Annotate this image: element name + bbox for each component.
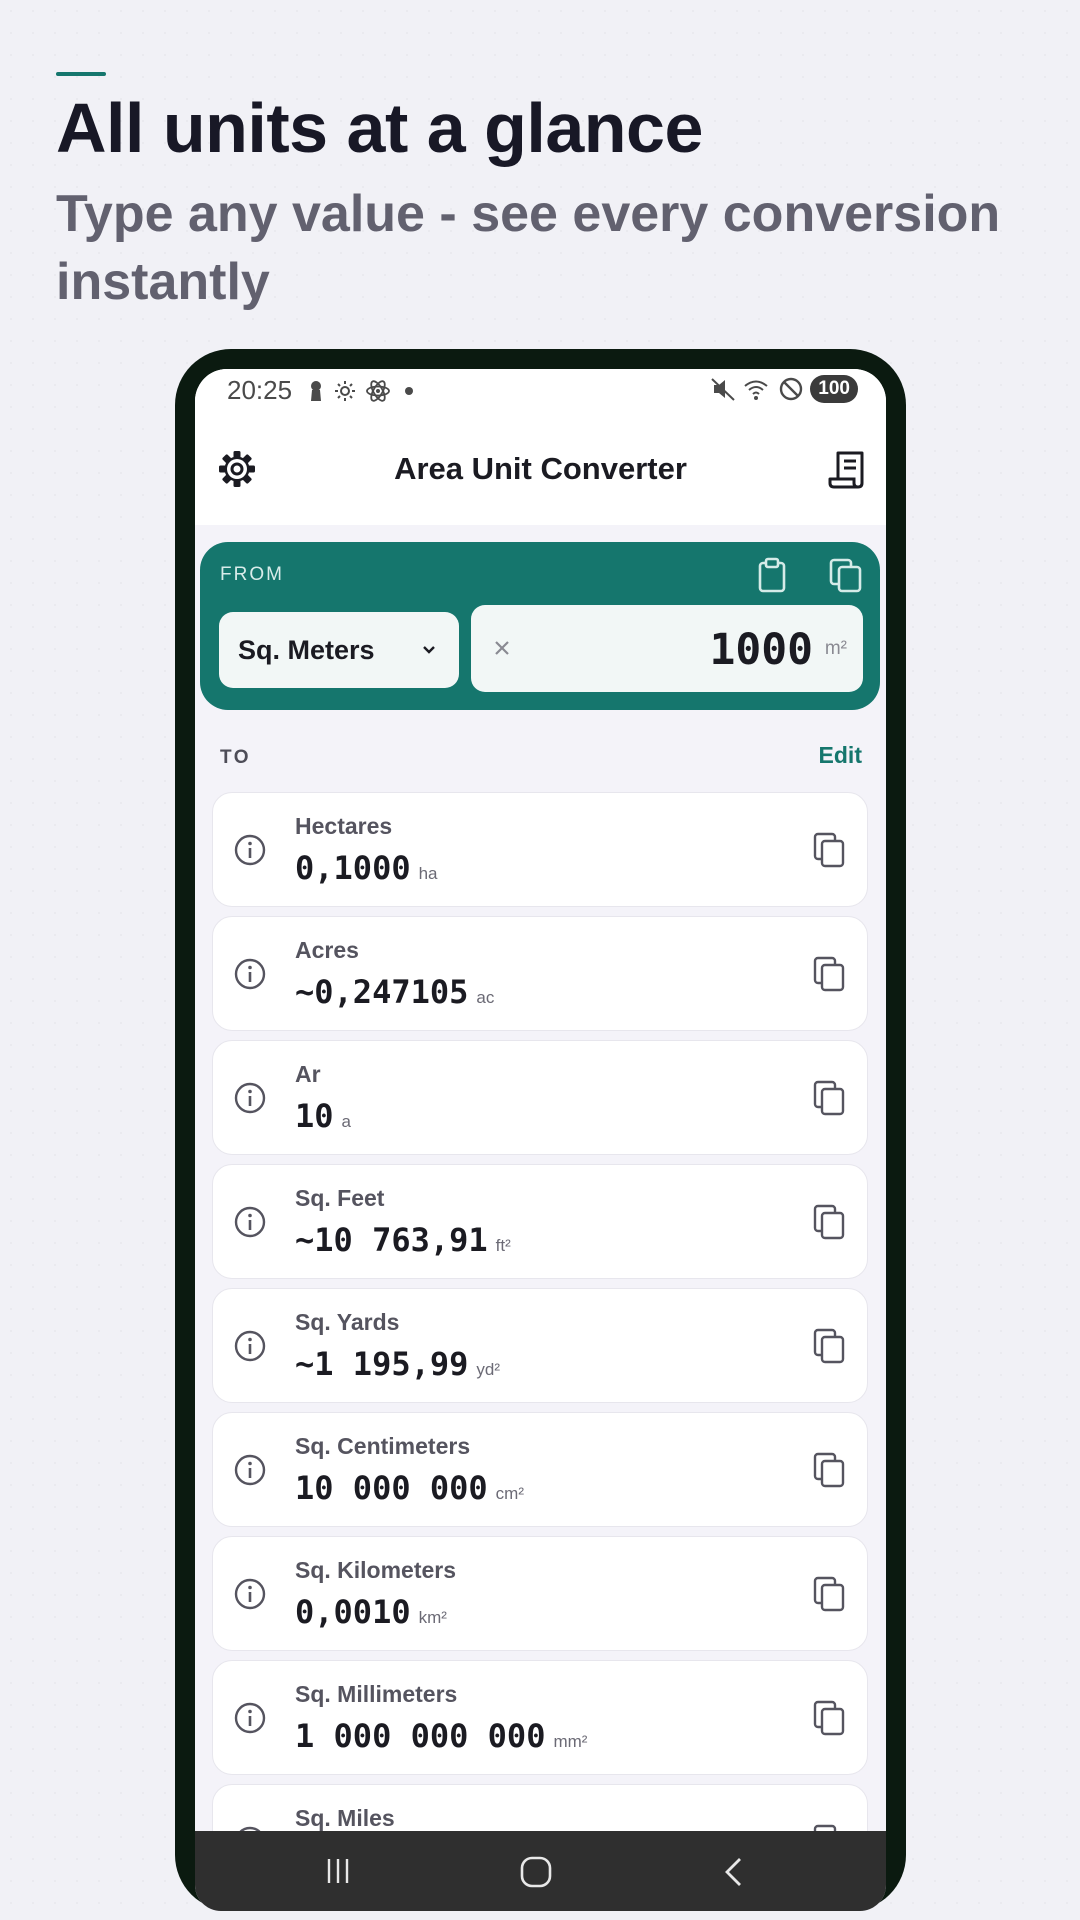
copy-icon[interactable] (811, 1079, 849, 1117)
to-label: TO (220, 747, 252, 768)
keyhole-icon (311, 381, 321, 401)
result-line: 10 000 000 cm² (295, 1469, 524, 1507)
chevron-down-icon (423, 646, 435, 654)
result-value: 0,0010 (295, 1593, 411, 1631)
wifi-icon (744, 380, 768, 400)
status-time: 20:25 (227, 375, 293, 405)
info-icon[interactable] (233, 957, 267, 991)
copy-icon[interactable] (827, 556, 865, 594)
result-unit-symbol: km² (418, 1608, 447, 1627)
copy-icon[interactable] (811, 1699, 849, 1737)
conversion-row[interactable]: Sq. Centimeters 10 000 000 cm² (212, 1412, 868, 1527)
copy-icon[interactable] (811, 1575, 849, 1613)
unit-name: Acres (295, 937, 359, 963)
info-icon[interactable] (233, 1329, 267, 1363)
copy-icon[interactable] (811, 1327, 849, 1365)
info-icon[interactable] (233, 1081, 267, 1115)
unit-name: Sq. Yards (295, 1309, 400, 1335)
clear-icon[interactable] (485, 631, 519, 665)
unit-name: Ar (295, 1061, 321, 1087)
unit-name: Sq. Millimeters (295, 1681, 458, 1707)
from-label: FROM (220, 564, 284, 585)
result-unit-symbol: ac (476, 988, 495, 1007)
status-left-icons (307, 378, 419, 404)
app-bar: Area Unit Converter (195, 413, 886, 525)
result-unit-symbol: mm² (553, 1732, 588, 1751)
conversion-row[interactable]: Sq. Yards ~1 195,99 yd² (212, 1288, 868, 1403)
mute-icon (711, 378, 735, 401)
unit-name: Sq. Feet (295, 1185, 385, 1211)
result-line: ~1 195,99 yd² (295, 1345, 500, 1383)
notification-dot-icon (405, 387, 413, 395)
promo-subheadline: Type any value - see every conversion in… (56, 185, 1001, 311)
conversion-row[interactable]: Sq. Kilometers 0,0010 km² (212, 1536, 868, 1651)
conversion-list: Hectares 0,1000 ha Acres ~0,247105 ac Ar… (212, 792, 868, 1908)
from-unit-dropdown[interactable]: Sq. Meters (219, 612, 459, 688)
result-value: ~0,247105 (295, 973, 469, 1011)
from-card: FROM Sq. Meters 1000 m² (200, 542, 880, 710)
home-icon[interactable] (519, 1855, 553, 1889)
back-icon[interactable] (719, 1855, 749, 1889)
copy-icon[interactable] (811, 831, 849, 869)
status-bar: 20:25 100 (195, 369, 886, 413)
result-value: 10 (295, 1097, 334, 1135)
conversion-row[interactable]: Sq. Feet ~10 763,91 ft² (212, 1164, 868, 1279)
result-line: 0,1000 ha (295, 849, 438, 887)
info-icon[interactable] (233, 1701, 267, 1735)
recent-apps-icon[interactable] (323, 1855, 353, 1887)
from-value-input[interactable]: 1000 m² (471, 605, 863, 692)
app-title: Area Unit Converter (394, 451, 687, 486)
unit-name: Sq. Kilometers (295, 1557, 457, 1583)
headline-accent-bar (56, 72, 106, 76)
result-unit-symbol: yd² (476, 1360, 501, 1379)
history-receipt-icon[interactable] (828, 447, 872, 491)
result-value: ~1 195,99 (295, 1345, 469, 1383)
result-line: 1 000 000 000 mm² (295, 1717, 587, 1755)
paste-clipboard-icon[interactable] (754, 556, 790, 594)
do-not-disturb-icon (780, 377, 803, 401)
result-value: 10 000 000 (295, 1469, 488, 1507)
brightness-icon (335, 381, 355, 401)
edit-units-button[interactable]: Edit (819, 742, 862, 769)
result-line: 0,0010 km² (295, 1593, 447, 1631)
status-right-icons: 100 (710, 375, 858, 403)
conversion-row[interactable]: Acres ~0,247105 ac (212, 916, 868, 1031)
info-icon[interactable] (233, 833, 267, 867)
result-unit-symbol: cm² (495, 1484, 524, 1503)
result-unit-symbol: ha (418, 864, 438, 883)
copy-icon[interactable] (811, 1203, 849, 1241)
from-unit-symbol: m² (824, 638, 847, 659)
atom-icon (366, 380, 390, 402)
unit-name: Sq. Miles (295, 1805, 395, 1831)
copy-icon[interactable] (811, 955, 849, 993)
unit-name: Hectares (295, 813, 393, 839)
result-unit-symbol: ft² (495, 1236, 511, 1255)
result-line: 10 a (295, 1097, 351, 1135)
info-icon[interactable] (233, 1577, 267, 1611)
result-value: ~10 763,91 (295, 1221, 488, 1259)
result-unit-symbol: a (341, 1112, 351, 1131)
result-line: ~10 763,91 ft² (295, 1221, 511, 1259)
from-value-text: 1000 (709, 625, 813, 675)
system-navigation-bar (195, 1831, 886, 1911)
phone-screen: 20:25 100 Area Unit Converter FROM Sq. M… (195, 369, 886, 1911)
result-line: ~0,247105 ac (295, 973, 494, 1011)
info-icon[interactable] (233, 1453, 267, 1487)
unit-name: Sq. Centimeters (295, 1433, 471, 1459)
result-value: 0,1000 (295, 849, 411, 887)
conversion-row[interactable]: Hectares 0,1000 ha (212, 792, 868, 907)
promo-headline: All units at a glance (56, 89, 703, 167)
result-value: 1 000 000 000 (295, 1717, 546, 1755)
copy-icon[interactable] (811, 1451, 849, 1489)
phone-frame: 20:25 100 Area Unit Converter FROM Sq. M… (175, 349, 906, 1911)
from-unit-label: Sq. Meters (238, 635, 375, 665)
battery-indicator: 100 (810, 375, 858, 403)
conversion-row[interactable]: Ar 10 a (212, 1040, 868, 1155)
info-icon[interactable] (233, 1205, 267, 1239)
conversion-row[interactable]: Sq. Millimeters 1 000 000 000 mm² (212, 1660, 868, 1775)
